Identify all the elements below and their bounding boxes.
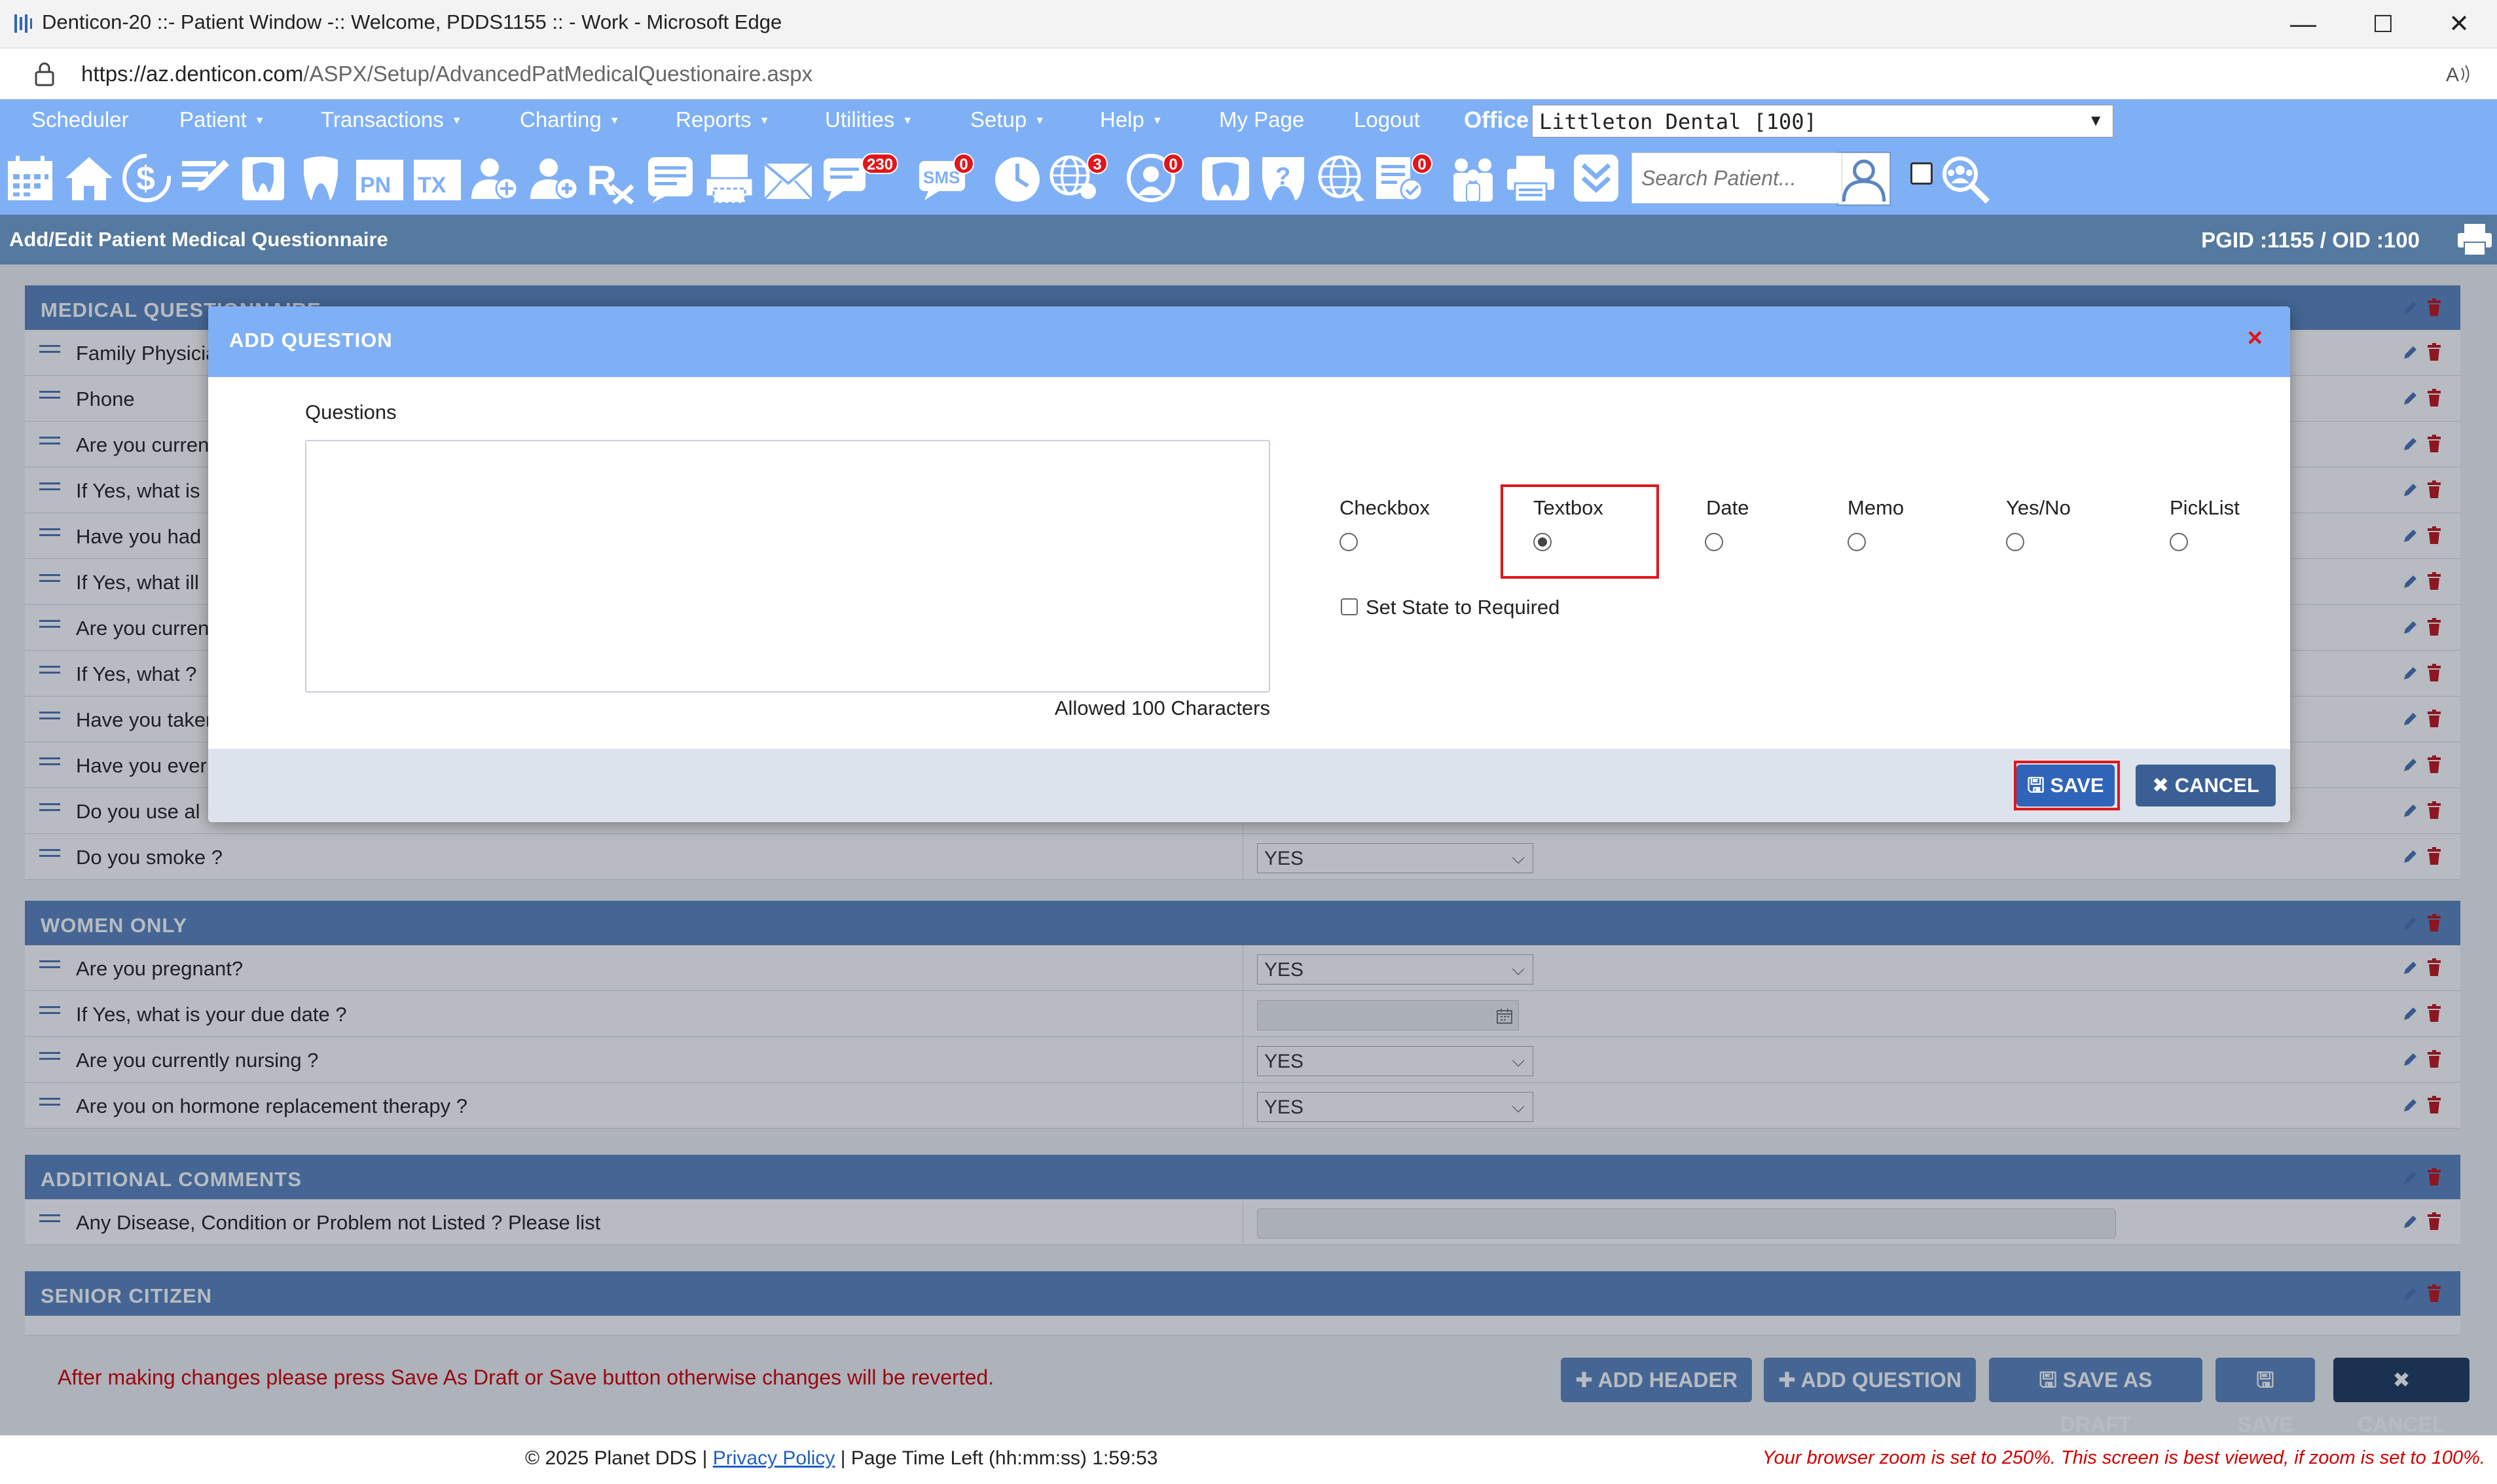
option-picklist-radio[interactable]	[2170, 533, 2188, 551]
window-title: Denticon-20 ::- Patient Window -:: Welco…	[42, 10, 782, 33]
questions-label: Questions	[305, 401, 397, 424]
menu-setup[interactable]: Setup ▼	[970, 107, 1045, 132]
printer-icon[interactable]	[1504, 152, 1557, 204]
privacy-policy-link[interactable]: Privacy Policy	[713, 1447, 835, 1469]
tooth-icon[interactable]	[295, 152, 347, 204]
add-question-dialog: ADD QUESTION × Questions Allowed 100 Cha…	[208, 306, 2290, 822]
menu-utilities[interactable]: Utilities ▼	[825, 107, 913, 132]
menu-transactions[interactable]: Transactions ▼	[321, 107, 462, 132]
chevron-down-icon: ▼	[2088, 112, 2104, 130]
option-memo-radio[interactable]	[1848, 533, 1866, 551]
url-text[interactable]: https://az.denticon.com/ASPX/Setup/Advan…	[81, 62, 812, 86]
svg-text:R: R	[587, 157, 617, 204]
search-option-checkbox[interactable]	[1910, 162, 1933, 185]
calendar-icon[interactable]	[4, 152, 56, 204]
dialog-footer	[208, 749, 2290, 822]
menu-my-page[interactable]: My Page	[1219, 107, 1304, 132]
svg-text:$: $	[136, 160, 155, 198]
option-yes-no-radio[interactable]	[2006, 533, 2024, 551]
mail-icon[interactable]	[762, 152, 814, 204]
question-textarea[interactable]	[305, 440, 1270, 693]
svg-text:PN: PN	[360, 173, 391, 198]
save-highlight	[2014, 761, 2120, 810]
option-picklist-label: PickList	[2170, 496, 2240, 519]
collapse-down-icon[interactable]	[1570, 152, 1622, 204]
messages-count-badge: 230	[862, 153, 899, 174]
office-label: Office	[1464, 107, 1529, 133]
clock-icon[interactable]	[991, 152, 1044, 204]
lock-icon	[35, 62, 54, 86]
page-title: Add/Edit Patient Medical Questionnaire	[9, 228, 388, 251]
svg-text:A: A	[2446, 64, 2459, 86]
print-page-icon[interactable]	[2456, 223, 2493, 257]
main-menu-bar: Scheduler Patient ▼ Transactions ▼ Chartin…	[0, 100, 2497, 141]
menu-patient[interactable]: Patient ▼	[179, 107, 265, 132]
prescription-icon[interactable]: R	[585, 152, 638, 205]
close-window-button[interactable]: ✕	[2439, 9, 2479, 39]
denticon-app-icon	[14, 14, 32, 33]
zoom-warning: Your browser zoom is set to 250%. This s…	[1762, 1447, 2485, 1468]
footer: © 2025 Planet DDS | Privacy Policy | Pag…	[0, 1435, 2497, 1484]
tooth-box-icon[interactable]	[1199, 152, 1252, 204]
set-required-checkbox[interactable]	[1341, 598, 1358, 615]
group-search-icon[interactable]	[1939, 152, 1992, 204]
add-patient-icon[interactable]	[469, 152, 521, 204]
menu-scheduler[interactable]: Scheduler	[31, 107, 137, 132]
icon-toolbar: $ PN TX R 230 SMS 0 3 0 ? 0	[0, 141, 2497, 215]
progress-notes-icon[interactable]: PN	[354, 152, 406, 204]
dollar-icon[interactable]: $	[120, 152, 173, 204]
dialog-header: ADD QUESTION ×	[208, 306, 2290, 377]
svg-text:TX: TX	[418, 173, 447, 198]
web-globe-icon[interactable]	[1316, 152, 1368, 204]
pgid-oid-label: PGID :1155 / OID :100	[2201, 228, 2420, 252]
window-title-bar: Denticon-20 ::- Patient Window -:: Welco…	[0, 0, 2497, 48]
read-aloud-icon[interactable]: A	[2446, 62, 2472, 86]
option-date-label: Date	[1706, 496, 1749, 519]
dialog-title: ADD QUESTION	[229, 329, 393, 352]
option-yes-no-label: Yes/No	[2006, 496, 2071, 519]
tooth-chart-icon[interactable]	[237, 152, 289, 204]
allowed-characters-note: Allowed 100 Characters	[1054, 697, 1270, 719]
page-header-bar: Add/Edit Patient Medical Questionnaire P…	[0, 215, 2497, 264]
document-print-icon[interactable]	[703, 152, 756, 204]
edit-notes-icon[interactable]	[178, 152, 230, 204]
support-count-badge: 0	[1163, 153, 1184, 174]
menu-charting[interactable]: Charting ▼	[520, 107, 620, 132]
menu-help[interactable]: Help ▼	[1100, 107, 1163, 132]
treatment-icon[interactable]: TX	[411, 152, 464, 204]
menu-reports[interactable]: Reports ▼	[676, 107, 769, 132]
notes-list-icon[interactable]	[644, 152, 697, 204]
address-bar[interactable]: https://az.denticon.com/ASPX/Setup/Advan…	[0, 48, 2497, 100]
patient-medical-icon[interactable]	[528, 152, 580, 204]
set-required-label: Set State to Required	[1366, 596, 1560, 619]
search-patient-input[interactable]	[1631, 153, 1842, 204]
forms-count-badge: 0	[1412, 153, 1432, 174]
svg-text:SMS: SMS	[923, 168, 960, 187]
online-count-badge: 3	[1087, 153, 1108, 174]
svg-text:?: ?	[1275, 163, 1290, 190]
footer-text: © 2025 Planet DDS | Privacy Policy | Pag…	[525, 1447, 1158, 1469]
tooth-help-icon[interactable]: ?	[1257, 152, 1309, 204]
minimize-button[interactable]: —	[2284, 9, 2323, 39]
option-checkbox-label: Checkbox	[1340, 496, 1430, 519]
home-icon[interactable]	[63, 152, 115, 204]
textbox-highlight	[1501, 484, 1659, 579]
maximize-button[interactable]: ☐	[2363, 9, 2403, 39]
menu-logout[interactable]: Logout	[1354, 107, 1420, 132]
option-date-radio[interactable]	[1705, 533, 1723, 551]
office-select[interactable]: Littleton Dental [100] ▼	[1532, 105, 2113, 137]
patient-search-icon[interactable]	[1836, 151, 1892, 207]
sms-count-badge: 0	[953, 153, 974, 174]
family-icon[interactable]	[1447, 152, 1499, 204]
option-checkbox-radio[interactable]	[1340, 533, 1358, 551]
option-memo-label: Memo	[1848, 496, 1905, 519]
dialog-cancel-button[interactable]: ✖ CANCEL	[2136, 765, 2276, 806]
close-icon[interactable]: ×	[2248, 323, 2263, 353]
